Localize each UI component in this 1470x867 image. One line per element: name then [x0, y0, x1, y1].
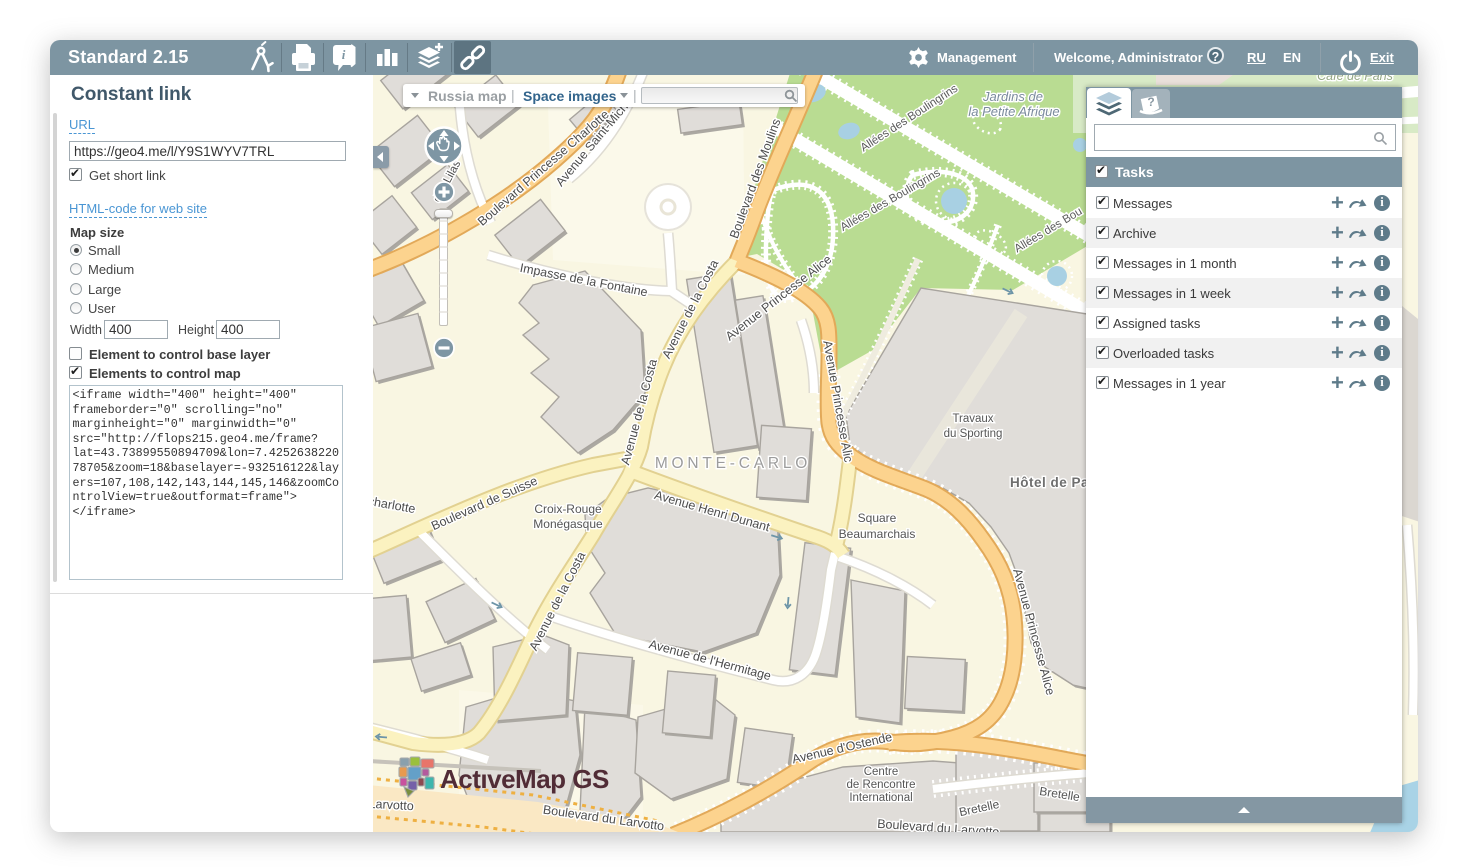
svg-text:?: ?: [1147, 95, 1154, 109]
svg-text:Beaumarchais: Beaumarchais: [839, 527, 916, 541]
svg-text:Hôtel de Pa: Hôtel de Pa: [1010, 475, 1089, 490]
svg-text:Monégasque: Monégasque: [533, 517, 603, 531]
svg-text:Centre: Centre: [864, 766, 899, 778]
svg-text:Croix-Rouge: Croix-Rouge: [534, 502, 602, 516]
svg-text:Square: Square: [858, 511, 897, 525]
svg-text:du Sporting: du Sporting: [944, 428, 1003, 440]
svg-text:de Rencontre: de Rencontre: [846, 779, 915, 791]
svg-text:la Petite Afrique: la Petite Afrique: [968, 104, 1059, 119]
svg-text:Jardins de: Jardins de: [982, 89, 1043, 104]
svg-text:i: i: [342, 47, 346, 62]
svg-text:International: International: [849, 792, 912, 804]
svg-text:Travaux: Travaux: [952, 413, 993, 425]
svg-text:MONTE-CARLO: MONTE-CARLO: [655, 455, 811, 472]
